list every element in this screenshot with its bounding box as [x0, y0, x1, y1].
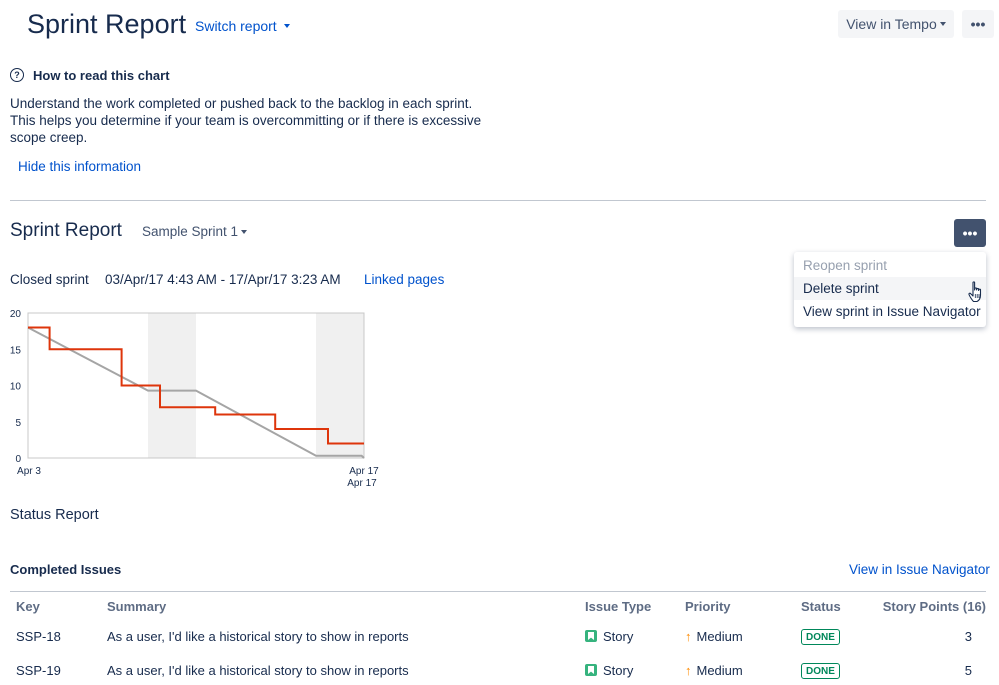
hand-cursor-icon — [968, 281, 982, 303]
more-icon: ••• — [962, 225, 978, 241]
issue-key-link[interactable]: SSP-18 — [16, 629, 61, 644]
divider — [10, 200, 986, 201]
story-icon — [585, 664, 597, 676]
sprint-more-button[interactable]: ••• — [954, 219, 986, 247]
status-badge: DONE — [801, 663, 840, 679]
y-tick-label: 15 — [10, 345, 22, 356]
issue-type: Story — [585, 629, 633, 644]
switch-report-dropdown[interactable]: Switch report — [195, 18, 290, 34]
issue-key-link[interactable]: SSP-19 — [16, 663, 61, 678]
column-header-key[interactable]: Key — [16, 599, 40, 614]
y-tick-label: 20 — [10, 309, 22, 320]
priority-label: Medium — [696, 663, 743, 678]
page-title: Sprint Report — [27, 9, 187, 39]
switch-report-label: Switch report — [195, 18, 277, 34]
view-in-tempo-label: View in Tempo — [846, 16, 937, 32]
more-icon: ••• — [970, 16, 986, 32]
burndown-chart: 0 5 10 15 20 Apr 3 Apr 17Apr 17 — [10, 309, 379, 489]
non-working-day-band — [316, 313, 364, 458]
menu-item-reopen-sprint[interactable]: Reopen sprint — [794, 254, 986, 277]
x-tick-label: Apr 17 — [349, 466, 379, 477]
issue-status: DONE — [801, 628, 840, 645]
y-tick-label: 0 — [15, 454, 21, 465]
sprint-selector-label: Sample Sprint 1 — [142, 224, 239, 239]
info-text: Understand the work completed or pushed … — [10, 96, 482, 145]
sprint-status: Closed sprint — [10, 272, 89, 287]
sprint-report-heading: Sprint Report — [10, 220, 122, 241]
linked-pages-link[interactable]: Linked pages — [364, 272, 444, 287]
hide-info-link[interactable]: Hide this information — [18, 159, 141, 174]
issue-type: Story — [585, 663, 633, 678]
x-tick-label: Apr 3 — [17, 466, 41, 477]
completed-issues-heading: Completed Issues — [10, 562, 122, 577]
view-in-tempo-button[interactable]: View in Tempo — [838, 10, 954, 38]
sprint-dates: 03/Apr/17 4:43 AM - 17/Apr/17 3:23 AM — [105, 272, 341, 287]
issue-priority: ↑ Medium — [685, 629, 743, 644]
table-divider — [10, 591, 986, 592]
more-actions-button[interactable]: ••• — [962, 10, 994, 38]
sprint-actions-menu: Reopen sprint Delete sprint View sprint … — [794, 252, 986, 327]
issue-summary: As a user, I'd like a historical story t… — [107, 663, 409, 678]
y-tick-label: 5 — [15, 418, 21, 429]
story-points: 5 — [964, 663, 972, 678]
view-in-issue-navigator-link[interactable]: View in Issue Navigator — [849, 562, 990, 577]
x-tick-label: Apr 17 — [347, 478, 377, 489]
sprint-selector[interactable]: Sample Sprint 1 — [142, 224, 248, 239]
info-heading: How to read this chart — [33, 68, 170, 83]
issue-status: DONE — [801, 662, 840, 679]
chevron-down-icon — [283, 24, 290, 28]
column-header-summary[interactable]: Summary — [107, 599, 166, 614]
column-header-story-points[interactable]: Story Points (16) — [880, 599, 986, 614]
chevron-down-icon — [939, 22, 946, 26]
arrow-up-icon: ↑ — [685, 663, 692, 678]
column-header-issue-type[interactable]: Issue Type — [585, 599, 651, 614]
status-report-heading: Status Report — [10, 507, 99, 523]
help-icon: ? — [10, 68, 24, 82]
chevron-down-icon — [241, 229, 248, 234]
menu-item-view-in-navigator[interactable]: View sprint in Issue Navigator — [794, 300, 986, 323]
issue-summary: As a user, I'd like a historical story t… — [107, 629, 409, 644]
story-icon — [585, 630, 597, 642]
menu-item-delete-sprint[interactable]: Delete sprint — [794, 277, 986, 300]
story-points: 3 — [964, 629, 972, 644]
column-header-priority[interactable]: Priority — [685, 599, 731, 614]
status-badge: DONE — [801, 629, 840, 645]
issue-priority: ↑ Medium — [685, 663, 743, 678]
issue-type-label: Story — [603, 663, 634, 678]
arrow-up-icon: ↑ — [685, 629, 692, 644]
y-tick-label: 10 — [10, 382, 22, 393]
priority-label: Medium — [696, 629, 743, 644]
issue-type-label: Story — [603, 629, 634, 644]
column-header-status[interactable]: Status — [801, 599, 841, 614]
